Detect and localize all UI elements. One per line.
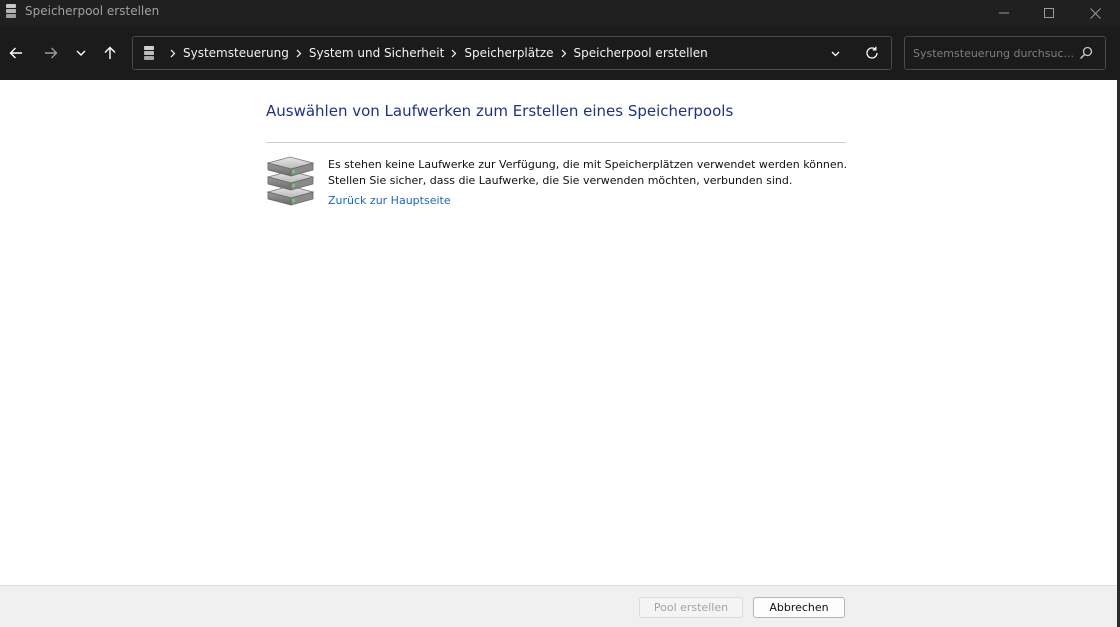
refresh-icon (866, 46, 878, 59)
recent-locations-button[interactable] (69, 41, 93, 65)
address-bar[interactable]: Systemsteuerung System und Sicherheit Sp… (132, 36, 892, 70)
back-to-home-link[interactable]: Zurück zur Hauptseite (328, 194, 451, 207)
maximize-icon (1044, 8, 1054, 18)
window-title: Speicherpool erstellen (25, 4, 160, 18)
breadcrumb-item-speicherplaetze[interactable]: Speicherplätze (464, 46, 553, 60)
address-history-button[interactable] (827, 45, 843, 61)
button-bar: Pool erstellen Abbrechen (0, 585, 1117, 627)
title-bar: Speicherpool erstellen (0, 0, 1120, 26)
chevron-right-icon (561, 49, 567, 58)
divider (266, 142, 846, 143)
storage-drives-icon (266, 155, 316, 211)
search-box[interactable] (904, 36, 1106, 70)
chevron-right-icon (170, 49, 176, 58)
page-title: Auswählen von Laufwerken zum Erstellen e… (266, 102, 734, 120)
back-button[interactable] (4, 41, 28, 65)
chevron-down-icon (76, 50, 86, 56)
breadcrumb-item-speicherpool-erstellen[interactable]: Speicherpool erstellen (574, 46, 708, 60)
create-pool-button[interactable]: Pool erstellen (639, 597, 743, 618)
message-line-1: Es stehen keine Laufwerke zur Verfügung,… (328, 158, 848, 171)
maximize-button[interactable] (1026, 0, 1072, 26)
chevron-down-icon (831, 51, 839, 56)
breadcrumb-item-system-und-sicherheit[interactable]: System und Sicherheit (309, 46, 445, 60)
chevron-right-icon (451, 49, 457, 58)
arrow-right-icon (45, 47, 58, 59)
search-icon[interactable] (1079, 45, 1093, 64)
minimize-icon (999, 12, 1009, 14)
storage-spaces-icon (143, 45, 155, 65)
arrow-left-icon (9, 47, 22, 59)
navigation-bar: Systemsteuerung System und Sicherheit Sp… (0, 26, 1120, 80)
up-button[interactable] (98, 41, 122, 65)
breadcrumb: Systemsteuerung System und Sicherheit Sp… (163, 37, 708, 69)
refresh-button[interactable] (863, 44, 881, 62)
forward-button[interactable] (39, 41, 63, 65)
content-area: Auswählen von Laufwerken zum Erstellen e… (0, 80, 1117, 585)
arrow-up-icon (104, 46, 116, 59)
minimize-button[interactable] (981, 0, 1027, 26)
message-line-2: Stellen Sie sicher, dass die Laufwerke, … (328, 174, 793, 187)
breadcrumb-item-systemsteuerung[interactable]: Systemsteuerung (183, 46, 289, 60)
no-drives-message: Es stehen keine Laufwerke zur Verfügung,… (328, 157, 847, 189)
storage-spaces-icon (5, 3, 17, 19)
cancel-button[interactable]: Abbrechen (753, 597, 845, 618)
chevron-right-icon (296, 49, 302, 58)
close-button[interactable] (1072, 0, 1118, 26)
search-input[interactable] (911, 43, 1075, 63)
close-icon (1089, 7, 1101, 19)
